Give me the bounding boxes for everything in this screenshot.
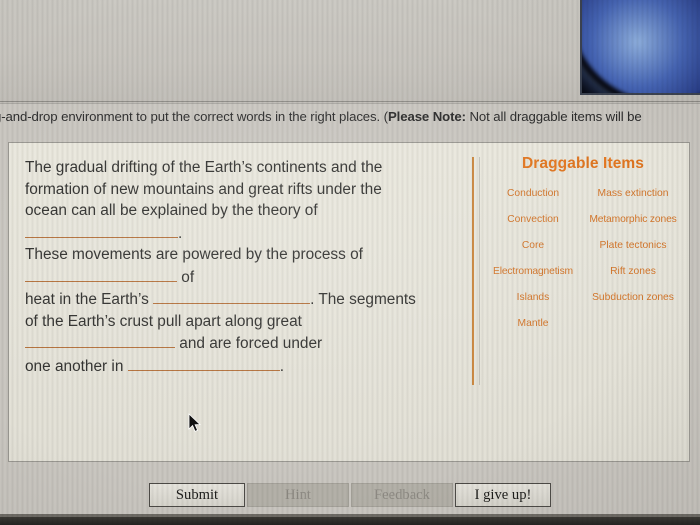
earth-image (580, 0, 700, 95)
question-after-blank-4: and are forced under (179, 335, 323, 352)
give-up-button[interactable]: I give up! (455, 482, 551, 507)
answer-blank-4[interactable] (25, 332, 175, 348)
bottom-edge-strip (0, 517, 700, 525)
answer-blank-5[interactable] (127, 355, 280, 371)
answer-blank-2[interactable] (25, 266, 177, 282)
submit-button[interactable]: Submit (149, 482, 245, 507)
question-period-1: . (178, 224, 183, 242)
exercise-card: The gradual drifting of the Earth’s cont… (8, 142, 690, 462)
instruction-note-label: Please Note: (387, 109, 466, 124)
action-button-bar: Submit Hint Feedback I give up! (0, 478, 700, 511)
draggable-item[interactable]: Mantle (483, 317, 583, 331)
question-line-4: These movements are powered by the proce… (25, 246, 363, 263)
draggable-item[interactable]: Plate tectonics (583, 239, 683, 253)
draggable-item[interactable]: Metamorphic zones (583, 213, 683, 227)
draggable-item[interactable]: Convection (483, 213, 583, 227)
question-period-2: . (279, 357, 284, 375)
draggable-item[interactable]: Mass extinction (583, 187, 683, 201)
panel-divider (472, 157, 474, 385)
draggable-grid-spacer (583, 317, 683, 331)
answer-blank-1[interactable] (25, 222, 178, 238)
top-divider-rule (0, 101, 700, 102)
draggable-items-panel: Draggable Items Conduction Mass extincti… (483, 155, 683, 331)
hint-button: Hint (247, 482, 349, 507)
question-line-7: one another in (25, 357, 124, 375)
panel-divider-shadow (479, 157, 480, 385)
draggable-items-title: Draggable Items (521, 155, 645, 172)
answer-blank-3[interactable] (153, 288, 311, 304)
question-line-5: heat in the Earth’s (25, 291, 149, 308)
question-line-1: The gradual drifting of the Earth’s cont… (25, 159, 383, 176)
instruction-text-after: Not all draggable items will be (465, 109, 642, 124)
top-divider-rule-secondary (0, 103, 700, 104)
question-after-blank-3: . The segments (310, 291, 416, 308)
draggable-item[interactable]: Subduction zones (583, 291, 683, 305)
question-line-2: formation of new mountains and great rif… (25, 180, 382, 198)
draggable-item[interactable]: Conduction (483, 187, 583, 201)
instruction-text-before: g-and-drop environment to put the correc… (0, 109, 388, 124)
draggable-item[interactable]: Islands (483, 291, 583, 305)
question-line-6: of the Earth’s crust pull apart along gr… (25, 312, 302, 330)
draggable-item[interactable]: Electromagnetism (483, 265, 583, 279)
question-text: The gradual drifting of the Earth’s cont… (25, 157, 465, 377)
draggable-item[interactable]: Rift zones (583, 265, 683, 279)
question-line-3: ocean can all be explained by the theory… (25, 202, 318, 219)
feedback-button: Feedback (351, 482, 453, 507)
question-word-of: of (181, 268, 195, 286)
mouse-cursor-icon (188, 413, 202, 438)
draggable-items-grid: Conduction Mass extinction Convection Me… (483, 187, 683, 331)
instruction-text: g-and-drop environment to put the correc… (0, 108, 700, 126)
draggable-item[interactable]: Core (483, 239, 583, 253)
